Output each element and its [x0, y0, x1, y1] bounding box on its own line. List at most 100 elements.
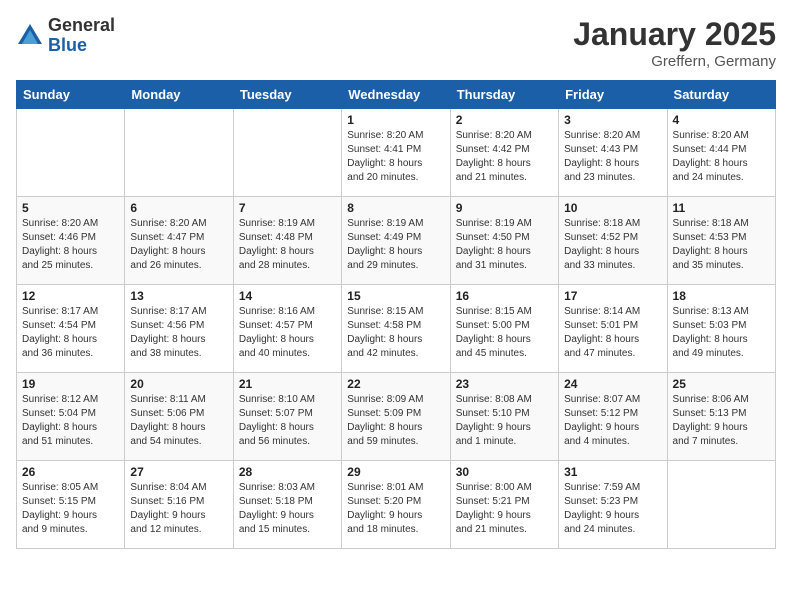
- day-cell: [233, 109, 341, 197]
- day-cell: 14 Sunrise: 8:16 AM Sunset: 4:57 PM Dayli…: [233, 285, 341, 373]
- day-cell: 31Sunrise: 7:59 AM Sunset: 5:23 PM Dayli…: [559, 461, 667, 549]
- day-cell: 8 Sunrise: 8:19 AM Sunset: 4:49 PM Daylig…: [342, 197, 450, 285]
- day-number: 28: [239, 465, 336, 479]
- logo-text: General Blue: [48, 16, 115, 56]
- day-number: 10: [564, 201, 661, 215]
- day-info: Sunrise: 8:12 AM Sunset: 5:04 PM Dayligh…: [22, 393, 119, 449]
- day-cell: 3Sunrise: 8:20 AM Sunset: 4:43 PM Daylig…: [559, 109, 667, 197]
- day-cell: 18Sunrise: 8:13 AM Sunset: 5:03 PM Dayli…: [667, 285, 775, 373]
- day-info: Sunrise: 8:08 AM Sunset: 5:10 PM Dayligh…: [456, 393, 553, 449]
- day-info: Sunrise: 8:09 AM Sunset: 5:09 PM Dayligh…: [347, 393, 444, 449]
- day-cell: 25 Sunrise: 8:06 AM Sunset: 5:13 PM Dayli…: [667, 373, 775, 461]
- day-cell: 9 Sunrise: 8:19 AM Sunset: 4:50 PM Daylig…: [450, 197, 558, 285]
- day-cell: 29Sunrise: 8:01 AM Sunset: 5:20 PM Dayli…: [342, 461, 450, 549]
- page-header: General Blue January 2025 Greffern, Germ…: [16, 16, 776, 70]
- weekday-header-wednesday: Wednesday: [342, 81, 450, 109]
- day-info: Sunrise: 8:15 AM Sunset: 4:58 PM Dayligh…: [347, 305, 444, 361]
- day-number: 5: [22, 201, 119, 215]
- day-info: Sunrise: 8:20 AM Sunset: 4:43 PM Dayligh…: [564, 129, 661, 185]
- logo: General Blue: [16, 16, 115, 56]
- day-cell: 24 Sunrise: 8:07 AM Sunset: 5:12 PM Dayli…: [559, 373, 667, 461]
- day-cell: 19 Sunrise: 8:12 AM Sunset: 5:04 PM Dayli…: [17, 373, 125, 461]
- day-cell: 26Sunrise: 8:05 AM Sunset: 5:15 PM Dayli…: [17, 461, 125, 549]
- calendar: SundayMondayTuesdayWednesdayThursdayFrid…: [16, 80, 776, 549]
- day-info: Sunrise: 8:19 AM Sunset: 4:50 PM Dayligh…: [456, 217, 553, 273]
- day-cell: 15 Sunrise: 8:15 AM Sunset: 4:58 PM Dayli…: [342, 285, 450, 373]
- week-row-1: 1 Sunrise: 8:20 AM Sunset: 4:41 PM Daylig…: [17, 109, 776, 197]
- day-cell: 20 Sunrise: 8:11 AM Sunset: 5:06 PM Dayli…: [125, 373, 233, 461]
- day-cell: 13 Sunrise: 8:17 AM Sunset: 4:56 PM Dayli…: [125, 285, 233, 373]
- day-cell: 27Sunrise: 8:04 AM Sunset: 5:16 PM Dayli…: [125, 461, 233, 549]
- day-info: Sunrise: 8:10 AM Sunset: 5:07 PM Dayligh…: [239, 393, 336, 449]
- day-info: Sunrise: 8:20 AM Sunset: 4:41 PM Dayligh…: [347, 129, 444, 185]
- day-number: 22: [347, 377, 444, 391]
- weekday-header-tuesday: Tuesday: [233, 81, 341, 109]
- weekday-header-saturday: Saturday: [667, 81, 775, 109]
- day-cell: 11Sunrise: 8:18 AM Sunset: 4:53 PM Dayli…: [667, 197, 775, 285]
- month-title: January 2025: [573, 16, 776, 53]
- day-cell: 4Sunrise: 8:20 AM Sunset: 4:44 PM Daylig…: [667, 109, 775, 197]
- day-number: 15: [347, 289, 444, 303]
- weekday-header-friday: Friday: [559, 81, 667, 109]
- week-row-5: 26Sunrise: 8:05 AM Sunset: 5:15 PM Dayli…: [17, 461, 776, 549]
- day-info: Sunrise: 8:05 AM Sunset: 5:15 PM Dayligh…: [22, 481, 119, 537]
- day-number: 1: [347, 113, 444, 127]
- day-info: Sunrise: 8:06 AM Sunset: 5:13 PM Dayligh…: [673, 393, 770, 449]
- day-info: Sunrise: 8:17 AM Sunset: 4:56 PM Dayligh…: [130, 305, 227, 361]
- day-cell: 2 Sunrise: 8:20 AM Sunset: 4:42 PM Daylig…: [450, 109, 558, 197]
- day-info: Sunrise: 7:59 AM Sunset: 5:23 PM Dayligh…: [564, 481, 661, 537]
- day-number: 23: [456, 377, 553, 391]
- day-info: Sunrise: 8:16 AM Sunset: 4:57 PM Dayligh…: [239, 305, 336, 361]
- week-row-3: 12Sunrise: 8:17 AM Sunset: 4:54 PM Dayli…: [17, 285, 776, 373]
- day-number: 14: [239, 289, 336, 303]
- day-cell: 21 Sunrise: 8:10 AM Sunset: 5:07 PM Dayli…: [233, 373, 341, 461]
- day-info: Sunrise: 8:20 AM Sunset: 4:46 PM Dayligh…: [22, 217, 119, 273]
- day-info: Sunrise: 8:19 AM Sunset: 4:48 PM Dayligh…: [239, 217, 336, 273]
- day-number: 2: [456, 113, 553, 127]
- day-number: 25: [673, 377, 770, 391]
- day-number: 13: [130, 289, 227, 303]
- logo-icon: [16, 22, 44, 50]
- day-info: Sunrise: 8:07 AM Sunset: 5:12 PM Dayligh…: [564, 393, 661, 449]
- day-info: Sunrise: 8:18 AM Sunset: 4:53 PM Dayligh…: [673, 217, 770, 273]
- day-number: 9: [456, 201, 553, 215]
- day-info: Sunrise: 8:11 AM Sunset: 5:06 PM Dayligh…: [130, 393, 227, 449]
- day-number: 7: [239, 201, 336, 215]
- day-number: 20: [130, 377, 227, 391]
- day-number: 6: [130, 201, 227, 215]
- week-row-4: 19 Sunrise: 8:12 AM Sunset: 5:04 PM Dayli…: [17, 373, 776, 461]
- day-number: 17: [564, 289, 661, 303]
- day-number: 24: [564, 377, 661, 391]
- weekday-header-monday: Monday: [125, 81, 233, 109]
- title-block: January 2025 Greffern, Germany: [573, 16, 776, 70]
- day-cell: 6 Sunrise: 8:20 AM Sunset: 4:47 PM Daylig…: [125, 197, 233, 285]
- logo-general: General: [48, 16, 115, 36]
- day-number: 8: [347, 201, 444, 215]
- day-info: Sunrise: 8:20 AM Sunset: 4:42 PM Dayligh…: [456, 129, 553, 185]
- day-cell: 23 Sunrise: 8:08 AM Sunset: 5:10 PM Dayli…: [450, 373, 558, 461]
- day-cell: 1 Sunrise: 8:20 AM Sunset: 4:41 PM Daylig…: [342, 109, 450, 197]
- weekday-header-thursday: Thursday: [450, 81, 558, 109]
- location: Greffern, Germany: [573, 53, 776, 70]
- day-number: 16: [456, 289, 553, 303]
- day-info: Sunrise: 8:04 AM Sunset: 5:16 PM Dayligh…: [130, 481, 227, 537]
- weekday-header-sunday: Sunday: [17, 81, 125, 109]
- logo-blue: Blue: [48, 36, 115, 56]
- day-info: Sunrise: 8:00 AM Sunset: 5:21 PM Dayligh…: [456, 481, 553, 537]
- day-cell: 12Sunrise: 8:17 AM Sunset: 4:54 PM Dayli…: [17, 285, 125, 373]
- day-cell: 28 Sunrise: 8:03 AM Sunset: 5:18 PM Dayli…: [233, 461, 341, 549]
- day-number: 21: [239, 377, 336, 391]
- day-number: 19: [22, 377, 119, 391]
- day-cell: [125, 109, 233, 197]
- day-cell: 17Sunrise: 8:14 AM Sunset: 5:01 PM Dayli…: [559, 285, 667, 373]
- day-info: Sunrise: 8:20 AM Sunset: 4:47 PM Dayligh…: [130, 217, 227, 273]
- day-cell: 30 Sunrise: 8:00 AM Sunset: 5:21 PM Dayli…: [450, 461, 558, 549]
- day-info: Sunrise: 8:19 AM Sunset: 4:49 PM Dayligh…: [347, 217, 444, 273]
- day-cell: [667, 461, 775, 549]
- weekday-header-row: SundayMondayTuesdayWednesdayThursdayFrid…: [17, 81, 776, 109]
- day-cell: 5 Sunrise: 8:20 AM Sunset: 4:46 PM Daylig…: [17, 197, 125, 285]
- day-number: 12: [22, 289, 119, 303]
- day-info: Sunrise: 8:18 AM Sunset: 4:52 PM Dayligh…: [564, 217, 661, 273]
- day-info: Sunrise: 8:03 AM Sunset: 5:18 PM Dayligh…: [239, 481, 336, 537]
- day-number: 30: [456, 465, 553, 479]
